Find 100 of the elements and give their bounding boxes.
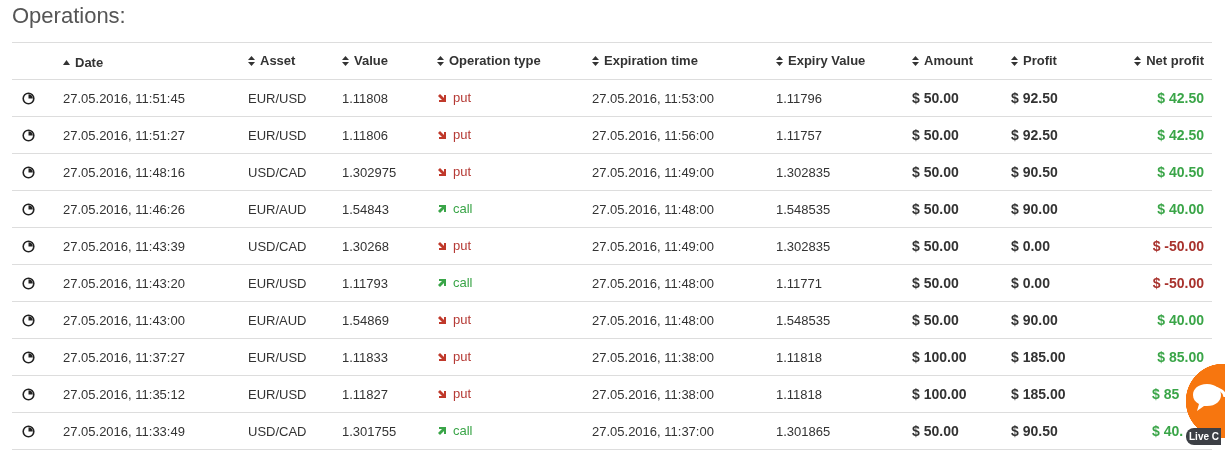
date-text: 27.05.2016, 11:46:26 [63,201,185,217]
amount-text: $ 50.00 [912,275,959,291]
value-text: 1.11793 [342,275,389,291]
sort-icon [912,55,919,66]
value-text: 1.11827 [342,386,389,402]
amount-text: $ 50.00 [912,312,959,328]
down-right-arrow-icon [437,314,447,325]
column-header[interactable]: Net profit [1134,53,1204,69]
value-text: 1.54869 [342,312,389,328]
date-text: 27.05.2016, 11:48:16 [63,164,185,180]
column-header[interactable]: Expiry Value [776,53,866,69]
chat-button[interactable]: Live C [1185,364,1225,448]
up-right-arrow-icon [437,203,447,214]
profit-text: $ 92.50 [1011,90,1058,106]
sort-ascending-icon [63,59,70,65]
asset-text: USD/CAD [248,238,307,254]
column-header[interactable]: Asset [248,53,296,69]
operation-type-text: put [453,90,472,106]
value-text: 1.301755 [342,423,397,439]
value-text: 1.54843 [342,201,389,217]
amount-text: $ 50.00 [912,423,959,439]
net-profit-text: $ 42.50 [1157,90,1204,106]
value-text: 1.11808 [342,90,389,106]
sort-icon [776,55,783,66]
net-profit-text: $ 40.50 [1157,164,1204,180]
clock-icon [22,202,35,216]
value-text: 1.30268 [342,238,389,254]
expiry-value-text: 1.548535 [776,201,831,217]
operation-type-text: put [453,312,472,328]
operation-type-text: put [453,349,472,365]
date-text: 27.05.2016, 11:35:12 [63,386,185,402]
expiry-value-text: 1.302835 [776,164,831,180]
operation-type-text: put [453,164,472,180]
up-right-arrow-icon [437,425,447,436]
net-profit-text: $ 40.00 [1157,312,1204,328]
column-header[interactable]: Profit [1011,53,1057,69]
asset-text: EUR/AUD [248,312,307,328]
clock-icon [22,91,35,105]
amount-text: $ 100.00 [912,386,967,402]
date-text: 27.05.2016, 11:51:45 [63,90,185,106]
sort-icon [1134,55,1142,66]
amount-text: $ 50.00 [912,238,959,254]
clock-icon [22,387,35,401]
column-header[interactable]: Date [63,54,104,70]
column-header[interactable]: Amount [912,53,974,69]
amount-text: $ 50.00 [912,201,959,217]
operation-type-text: put [453,238,472,254]
expiry-value-text: 1.301865 [776,423,831,439]
net-profit-text: $ -50.00 [1152,238,1204,254]
expiration-time-text: 27.05.2016, 11:49:00 [592,164,714,180]
expiration-time-text: 27.05.2016, 11:38:00 [592,349,714,365]
expiration-time-text: 27.05.2016, 11:56:00 [592,127,714,143]
column-header[interactable]: Value [342,53,388,69]
expiration-time-text: 27.05.2016, 11:38:00 [592,386,714,402]
profit-text: $ 90.50 [1011,423,1058,439]
sort-icon [437,55,444,66]
date-text: 27.05.2016, 11:43:20 [63,275,185,291]
clock-icon [22,128,35,142]
profit-text: $ 0.00 [1011,238,1050,254]
asset-text: EUR/USD [248,349,307,365]
clock-icon [22,350,35,364]
column-header[interactable]: Operation type [437,53,541,69]
expiry-value-text: 1.302835 [776,238,831,254]
asset-text: EUR/AUD [248,201,307,217]
down-right-arrow-icon [437,166,447,177]
value-text: 1.11806 [342,127,389,143]
operation-type-text: call [453,275,473,291]
up-right-arrow-icon [437,277,447,288]
amount-text: $ 100.00 [912,349,967,365]
net-profit-text: $ 40.00 [1157,201,1204,217]
expiry-value-text: 1.11757 [776,127,823,143]
amount-text: $ 50.00 [912,127,959,143]
expiration-time-text: 27.05.2016, 11:48:00 [592,201,714,217]
date-text: 27.05.2016, 11:33:49 [63,423,185,439]
operation-type-text: put [453,127,472,143]
net-profit-text: $ 42.50 [1157,127,1204,143]
date-text: 27.05.2016, 11:37:27 [63,349,185,365]
expiration-time-text: 27.05.2016, 11:49:00 [592,238,714,254]
date-text: 27.05.2016, 11:51:27 [63,127,185,143]
net-profit-text: $ -50.00 [1152,275,1204,291]
column-header[interactable]: Expiration time [592,53,698,69]
profit-text: $ 92.50 [1011,127,1058,143]
date-text: 27.05.2016, 11:43:00 [63,312,185,328]
value-text: 1.302975 [342,164,397,180]
asset-text: EUR/USD [248,386,307,402]
down-right-arrow-icon [437,129,447,140]
asset-text: EUR/USD [248,275,307,291]
clock-icon [22,424,35,438]
asset-text: EUR/USD [248,127,307,143]
clock-icon [22,239,35,253]
down-right-arrow-icon [437,351,447,362]
clock-icon [22,276,35,290]
expiration-time-text: 27.05.2016, 11:48:00 [592,312,714,328]
date-text: 27.05.2016, 11:43:39 [63,238,185,254]
sort-icon [1011,55,1018,66]
profit-text: $ 90.00 [1011,312,1058,328]
operation-type-text: call [453,201,473,217]
expiry-value-text: 1.11818 [776,386,823,402]
profit-text: $ 90.00 [1011,201,1058,217]
expiry-value-text: 1.11818 [776,349,823,365]
